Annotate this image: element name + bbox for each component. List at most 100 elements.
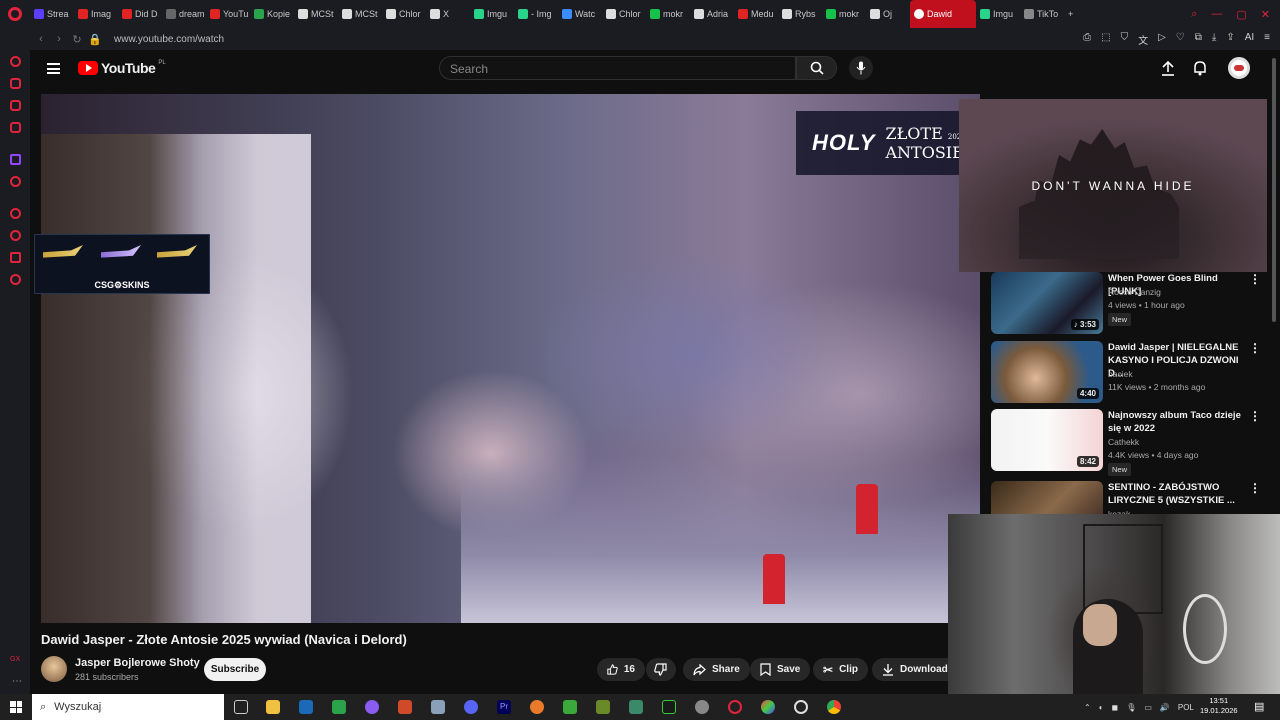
account-avatar[interactable] bbox=[1228, 57, 1250, 79]
settings-icon[interactable] bbox=[10, 274, 21, 285]
app-icon[interactable] bbox=[695, 700, 709, 714]
tab-active[interactable]: Dawid bbox=[910, 0, 976, 28]
ai-button[interactable]: AI bbox=[1245, 32, 1254, 47]
browser-tab[interactable]: Kopie bbox=[250, 0, 294, 28]
app-icon[interactable] bbox=[662, 700, 676, 714]
menu-icon[interactable]: ≡ bbox=[1264, 32, 1270, 47]
youtube-logo[interactable]: YouTube PL bbox=[78, 60, 166, 76]
share-button[interactable]: Share bbox=[683, 658, 750, 681]
browser-tab[interactable]: mokr bbox=[822, 0, 866, 28]
recommendation-item[interactable]: SENTINO - ZABÓJSTWO LIRYCZNE 5 (WSZYSTKI… bbox=[991, 481, 1271, 514]
recommendation-channel[interactable]: baciek bbox=[1108, 369, 1133, 379]
browser-tab[interactable]: Imgu bbox=[976, 0, 1020, 28]
download-icon[interactable]: ⤓ bbox=[1212, 32, 1216, 47]
browser-tab[interactable]: Oj bbox=[866, 0, 910, 28]
premiere-pro-icon[interactable]: Pr bbox=[497, 700, 511, 714]
cast-icon[interactable]: ▷ bbox=[1158, 32, 1166, 47]
browser-tab[interactable]: mokr bbox=[646, 0, 690, 28]
app-icon[interactable] bbox=[596, 700, 610, 714]
browser-tab[interactable]: MCSt bbox=[338, 0, 382, 28]
messenger-icon[interactable] bbox=[10, 78, 21, 89]
taskbar-clock[interactable]: 13:51 19.01.2026 bbox=[1200, 696, 1238, 716]
box-icon[interactable] bbox=[10, 252, 21, 263]
more-options-icon[interactable]: ⋮ bbox=[1249, 409, 1261, 423]
steam-icon[interactable] bbox=[299, 700, 313, 714]
app-icon[interactable] bbox=[629, 700, 643, 714]
browser-tab[interactable]: Did D bbox=[118, 0, 162, 28]
microphone-tray-icon[interactable]: 🎙 bbox=[1126, 703, 1136, 712]
browser-tab[interactable]: YouTu bbox=[206, 0, 250, 28]
video-thumbnail[interactable]: 8:42 bbox=[991, 409, 1103, 471]
media-icon[interactable] bbox=[10, 122, 21, 133]
browser-tab[interactable]: Imag bbox=[74, 0, 118, 28]
search-button[interactable] bbox=[796, 56, 837, 80]
volume-icon[interactable]: 🔊 bbox=[1160, 703, 1170, 712]
translate-icon[interactable]: 文 bbox=[1138, 32, 1148, 47]
page-scrollbar[interactable] bbox=[1272, 58, 1276, 322]
save-button[interactable]: Save bbox=[750, 658, 811, 681]
snapshot-icon[interactable]: ⎙ bbox=[1083, 32, 1091, 47]
notepad-icon[interactable] bbox=[332, 700, 346, 714]
file-explorer-icon[interactable] bbox=[266, 700, 280, 714]
recommendation-item[interactable]: 8:42 Najnowszy album Taco dzieje się w 2… bbox=[991, 409, 1271, 476]
notifications-button[interactable] bbox=[1191, 59, 1209, 77]
extensions-icon[interactable]: ⧉ bbox=[1195, 32, 1202, 47]
opera-gx-icon[interactable] bbox=[728, 700, 742, 714]
windows-start-icon[interactable] bbox=[10, 701, 22, 713]
browser-tab[interactable]: TikTo bbox=[1020, 0, 1064, 28]
close-icon[interactable]: ✕ bbox=[1261, 8, 1270, 21]
browser-tab[interactable]: Imgu bbox=[470, 0, 514, 28]
search-input[interactable]: Search bbox=[439, 56, 796, 80]
notifications-tray-icon[interactable]: ▤ bbox=[1254, 700, 1264, 713]
task-view-icon[interactable] bbox=[234, 700, 248, 714]
opera-logo-icon[interactable] bbox=[0, 0, 30, 28]
app-icon[interactable] bbox=[563, 700, 577, 714]
app-icon[interactable] bbox=[365, 700, 379, 714]
search-tabs-icon[interactable]: ⌕ bbox=[1191, 8, 1197, 21]
browser-tab[interactable]: X bbox=[426, 0, 470, 28]
browser-tab[interactable]: - Img bbox=[514, 0, 558, 28]
tray-app-icon[interactable]: ◼ bbox=[1112, 703, 1119, 712]
csgo-skins-banner[interactable]: CSG⚙SKINS bbox=[34, 234, 210, 294]
recommendation-item[interactable]: 4:40 Dawid Jasper | NIELEGALNE KASYNO I … bbox=[991, 341, 1271, 403]
video-player[interactable]: HOLY ZŁOTE 2025 ANTOSIE bbox=[41, 94, 980, 623]
guide-menu-icon[interactable] bbox=[47, 63, 60, 74]
forward-icon[interactable]: › bbox=[50, 33, 68, 45]
gx-icon[interactable]: GX bbox=[10, 656, 20, 663]
browser-tab[interactable]: Rybs bbox=[778, 0, 822, 28]
channel-avatar[interactable] bbox=[41, 656, 67, 682]
voice-search-button[interactable] bbox=[849, 56, 873, 80]
browser-tab[interactable]: Medu bbox=[734, 0, 778, 28]
tray-app-icon[interactable]: ◐ bbox=[1099, 703, 1104, 712]
back-icon[interactable]: ‹ bbox=[32, 33, 50, 45]
chat-icon[interactable] bbox=[10, 100, 21, 111]
url-field[interactable]: www.youtube.com/watch bbox=[114, 34, 224, 45]
player-icon[interactable] bbox=[10, 176, 21, 187]
aria-icon[interactable] bbox=[10, 56, 21, 67]
capture-icon[interactable]: ⬚ bbox=[1101, 32, 1110, 47]
chrome-icon[interactable] bbox=[827, 700, 841, 714]
video-thumbnail[interactable]: ♪ 3:53 bbox=[991, 272, 1103, 334]
browser-tab[interactable]: Chlor bbox=[602, 0, 646, 28]
shield-icon[interactable]: ⛉ bbox=[1121, 32, 1129, 47]
recommendation-channel[interactable]: Cathekk bbox=[1108, 437, 1139, 447]
twitch-icon[interactable] bbox=[10, 154, 21, 165]
sidebar-more-icon[interactable]: ⋯ bbox=[12, 676, 22, 687]
recommendation-item[interactable]: ♪ 3:53 When Power Goes Blind [PUNK] Rocc… bbox=[991, 272, 1271, 334]
like-button[interactable]: 16 bbox=[597, 658, 645, 681]
miniplayer[interactable]: DON'T WANNA HIDE bbox=[959, 99, 1267, 272]
taskbar-search[interactable]: ⌕ Wyszukaj bbox=[32, 694, 224, 720]
obs-icon[interactable] bbox=[794, 700, 808, 714]
recommendation-channel[interactable]: Rocco Danzig bbox=[1108, 287, 1161, 297]
video-thumbnail[interactable]: 4:40 bbox=[991, 341, 1103, 403]
video-thumbnail[interactable] bbox=[991, 481, 1103, 514]
recommendation-title[interactable]: Najnowszy album Taco dzieje się w 2022 bbox=[1108, 409, 1248, 435]
blender-icon[interactable] bbox=[530, 700, 544, 714]
more-options-icon[interactable]: ⋮ bbox=[1249, 341, 1261, 355]
new-tab-button[interactable]: + bbox=[1064, 0, 1086, 28]
clock-icon[interactable] bbox=[10, 208, 21, 219]
browser-tab[interactable]: dream bbox=[162, 0, 206, 28]
recommendation-title[interactable]: SENTINO - ZABÓJSTWO LIRYCZNE 5 (WSZYSTKI… bbox=[1108, 481, 1248, 507]
history-icon[interactable] bbox=[10, 230, 21, 241]
more-options-icon[interactable]: ⋮ bbox=[1249, 272, 1261, 286]
